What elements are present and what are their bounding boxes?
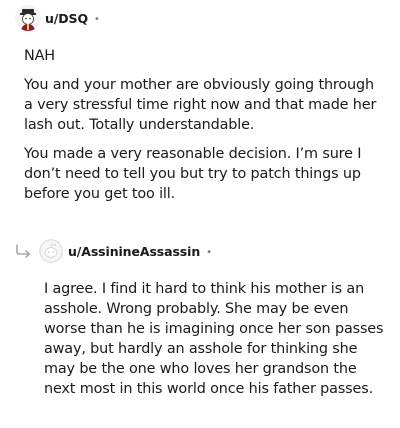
separator-dot: • bbox=[93, 13, 100, 25]
comment-header: u/DSQ • bbox=[15, 3, 100, 33]
default-avatar-icon[interactable] bbox=[38, 238, 64, 264]
comment-paragraph: I agree. I find it hard to think his mot… bbox=[44, 281, 384, 397]
username[interactable]: u/AssinineAssassin bbox=[68, 244, 200, 259]
reply-arrow-icon bbox=[14, 241, 34, 261]
comment-body: I agree. I find it hard to think his mot… bbox=[44, 279, 384, 399]
comment-paragraph: You and your mother are obviously going … bbox=[24, 77, 377, 133]
username[interactable]: u/DSQ bbox=[45, 11, 88, 26]
user-avatar-icon[interactable] bbox=[15, 5, 41, 31]
separator-dot: • bbox=[206, 246, 213, 258]
comment-body: NAH You and your mother are obviously go… bbox=[24, 46, 384, 204]
comment-paragraph: NAH bbox=[24, 48, 55, 64]
comment-header: u/AssinineAssassin • bbox=[14, 236, 212, 266]
comment-paragraph: You made a very reasonable decision. I’m… bbox=[24, 146, 362, 202]
